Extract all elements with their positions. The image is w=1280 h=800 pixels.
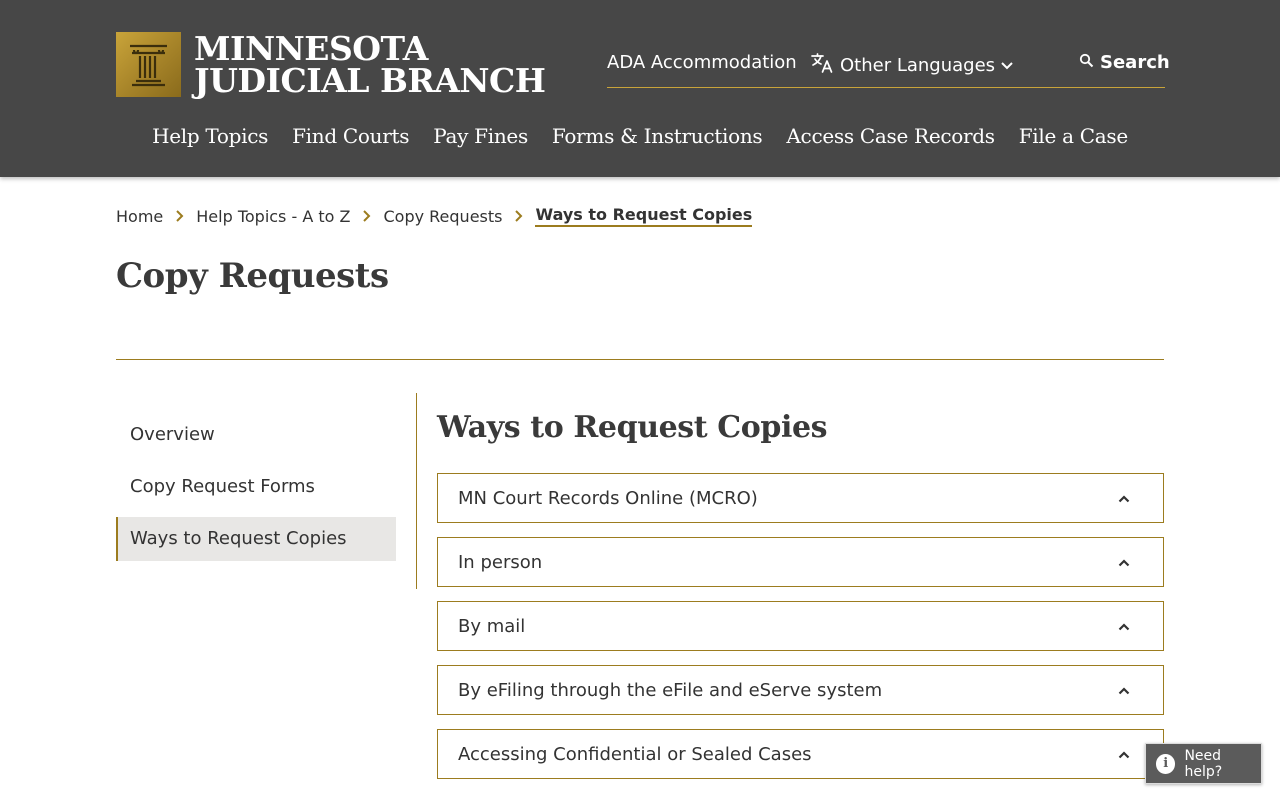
- info-icon: i: [1156, 753, 1176, 774]
- breadcrumb: Home Help Topics - A to Z Copy Requests …: [116, 205, 753, 227]
- nav-find-courts[interactable]: Find Courts: [292, 124, 409, 148]
- chevron-up-icon: [1117, 745, 1131, 764]
- ada-accommodation-link[interactable]: ADA Accommodation: [607, 52, 797, 73]
- breadcrumb-copy-requests[interactable]: Copy Requests: [383, 207, 502, 226]
- logo-line-1: MINNESOTA: [194, 28, 428, 68]
- accordion-item-in-person[interactable]: In person: [437, 537, 1164, 587]
- translate-icon: [810, 52, 834, 79]
- accordion-label: Accessing Confidential or Sealed Cases: [458, 743, 812, 765]
- other-languages-dropdown[interactable]: Other Languages: [810, 52, 1014, 79]
- accordion-label: In person: [458, 551, 543, 573]
- chevron-up-icon: [1117, 617, 1131, 636]
- other-languages-label: Other Languages: [840, 55, 996, 76]
- accordion-item-efiling[interactable]: By eFiling through the eFile and eServe …: [437, 665, 1164, 715]
- chevron-right-icon: [362, 209, 371, 223]
- breadcrumb-home[interactable]: Home: [116, 207, 163, 226]
- sidenav-item-overview[interactable]: Overview: [116, 413, 396, 457]
- nav-file-a-case[interactable]: File a Case: [1019, 124, 1128, 148]
- site-header: MINNESOTA JUDICIAL BRANCH ADA Accommodat…: [0, 0, 1280, 177]
- nav-forms-instructions[interactable]: Forms & Instructions: [552, 124, 763, 148]
- accordion-label: MN Court Records Online (MCRO): [458, 487, 758, 509]
- breadcrumb-help-topics[interactable]: Help Topics - A to Z: [196, 207, 350, 226]
- chevron-up-icon: [1117, 553, 1131, 572]
- nav-access-case-records[interactable]: Access Case Records: [786, 124, 995, 148]
- section-sidenav: Overview Copy Request Forms Ways to Requ…: [116, 413, 396, 569]
- search-button[interactable]: Search: [1079, 52, 1170, 73]
- breadcrumb-current: Ways to Request Copies: [535, 205, 753, 227]
- sidenav-divider: [416, 393, 417, 589]
- sidenav-item-ways-to-request-copies[interactable]: Ways to Request Copies: [116, 517, 396, 561]
- title-divider: [116, 359, 1164, 360]
- accordion-label: By eFiling through the eFile and eServe …: [458, 679, 883, 701]
- page-title: Copy Requests: [116, 256, 389, 296]
- main-nav: Help Topics Find Courts Pay Fines Forms …: [0, 124, 1280, 148]
- need-help-button[interactable]: i Need help?: [1145, 743, 1262, 784]
- accordion: MN Court Records Online (MCRO) In person…: [437, 473, 1164, 793]
- accordion-label: By mail: [458, 615, 526, 637]
- site-logo[interactable]: MINNESOTA JUDICIAL BRANCH: [116, 28, 546, 100]
- logo-wordmark: MINNESOTA JUDICIAL BRANCH: [194, 28, 546, 100]
- logo-line-2: JUDICIAL BRANCH: [194, 60, 546, 100]
- chevron-right-icon: [175, 209, 184, 223]
- utility-nav: ADA Accommodation Other Languages Search: [607, 50, 1170, 88]
- nav-help-topics[interactable]: Help Topics: [152, 124, 268, 148]
- chevron-down-icon: [1000, 55, 1014, 76]
- pillar-logo-icon: [116, 32, 181, 97]
- sidenav-item-copy-request-forms[interactable]: Copy Request Forms: [116, 465, 396, 509]
- accordion-item-mcro[interactable]: MN Court Records Online (MCRO): [437, 473, 1164, 523]
- chevron-up-icon: [1117, 681, 1131, 700]
- need-help-label: Need help?: [1184, 747, 1223, 780]
- chevron-right-icon: [514, 209, 523, 223]
- search-icon: [1079, 52, 1094, 73]
- accordion-item-by-mail[interactable]: By mail: [437, 601, 1164, 651]
- search-label: Search: [1100, 52, 1170, 73]
- section-title: Ways to Request Copies: [437, 410, 828, 445]
- nav-pay-fines[interactable]: Pay Fines: [433, 124, 528, 148]
- chevron-up-icon: [1117, 489, 1131, 508]
- accordion-item-confidential-sealed[interactable]: Accessing Confidential or Sealed Cases: [437, 729, 1164, 779]
